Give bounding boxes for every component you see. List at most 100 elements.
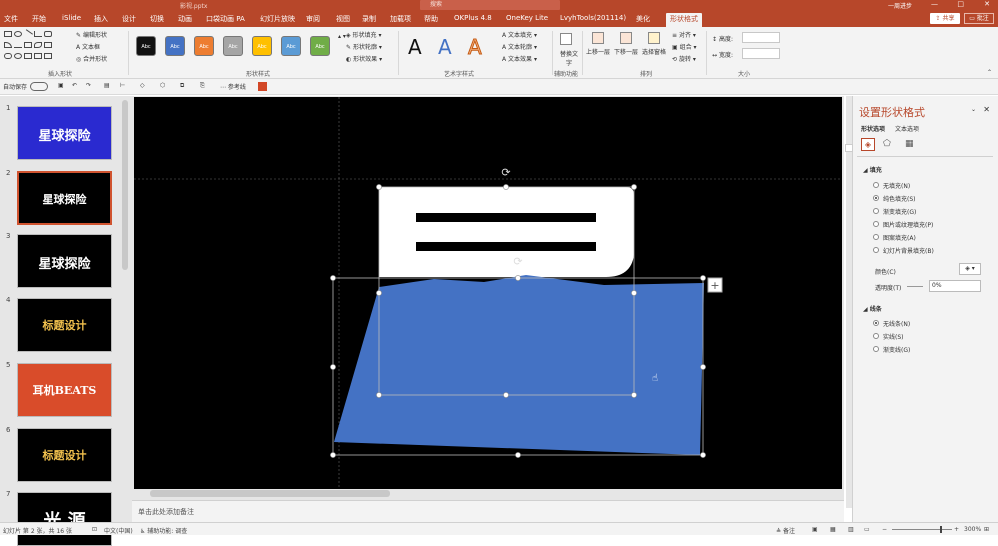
slide-canvas[interactable]: ⟳ ⟳ + ☝ xyxy=(134,97,842,489)
width-input[interactable] xyxy=(742,48,780,59)
undo-icon[interactable]: ↶ xyxy=(72,82,77,89)
zoom-thumb[interactable] xyxy=(940,526,942,533)
reading-view-icon[interactable]: ▥ xyxy=(848,526,854,533)
minimize-icon[interactable]: — xyxy=(931,0,938,8)
save-icon[interactable]: ▣ xyxy=(58,82,64,89)
fill-radio-3[interactable] xyxy=(873,221,879,227)
fill-option-4[interactable]: 图案填充(A) xyxy=(883,233,916,242)
text-fill-button[interactable]: A 文本填充 ▾ xyxy=(502,30,537,39)
tab-17[interactable]: 美化 xyxy=(636,14,650,24)
fill-option-3[interactable]: 图片或纹理填充(P) xyxy=(883,220,933,229)
wordart-style-2[interactable]: A xyxy=(438,35,452,59)
addin-icon[interactable] xyxy=(258,82,267,91)
rotate-button[interactable]: ⟲ 旋转 ▾ xyxy=(672,54,696,63)
shape-effects-button[interactable]: ◐ 形状效果 ▾ xyxy=(346,54,382,63)
tab-4[interactable]: 设计 xyxy=(122,14,136,24)
line-option-2[interactable]: 渐变线(G) xyxy=(883,345,910,354)
shapes-gallery[interactable] xyxy=(4,29,66,61)
line-radio-0[interactable] xyxy=(873,320,879,326)
slide-thumb-6[interactable]: 标题设计 xyxy=(17,428,112,482)
styles-more-icon[interactable]: ▴ ▾ xyxy=(338,33,346,40)
present-icon[interactable]: ▤ xyxy=(104,82,110,89)
fill-section-header[interactable]: ◢ 填充 xyxy=(863,165,882,174)
rect-shape-icon[interactable] xyxy=(4,31,12,37)
merge-shapes-button[interactable]: ◎ 合并形状 xyxy=(76,54,107,63)
shape-qat-icon[interactable]: ◇ xyxy=(140,82,145,89)
notes-toggle[interactable]: ≜ 备注 xyxy=(776,526,795,535)
pane-splitter[interactable] xyxy=(845,144,853,152)
send-backward-label[interactable]: 下移一层 xyxy=(614,47,638,56)
wordart-style-3[interactable]: A xyxy=(468,35,483,60)
send-backward-icon[interactable] xyxy=(620,32,632,44)
tab-10[interactable]: 视图 xyxy=(336,14,350,24)
slide-thumb-5[interactable]: 耳机BEATS xyxy=(17,363,112,417)
edit-shape-button[interactable]: ✎ 编辑形状 xyxy=(76,30,107,39)
pane-close-icon[interactable]: ✕ xyxy=(983,105,990,114)
tab-9[interactable]: 审阅 xyxy=(306,14,320,24)
oval-shape-icon[interactable] xyxy=(14,31,22,37)
slide-thumb-2[interactable]: 星球探险 xyxy=(17,171,112,225)
share-button[interactable]: ⇪ 共享 xyxy=(930,13,960,24)
user-name[interactable]: 一周进步 xyxy=(888,1,912,10)
text-outline-button[interactable]: A 文本轮廓 ▾ xyxy=(502,42,537,51)
transparency-slider[interactable] xyxy=(907,286,923,287)
flow-shape-icon[interactable] xyxy=(4,53,12,59)
line-shape-icon[interactable] xyxy=(23,29,33,39)
fill-option-2[interactable]: 渐变填充(G) xyxy=(883,207,916,216)
color-picker-button[interactable]: ◈ ▾ xyxy=(959,263,981,275)
tab-15[interactable]: OneKey Lite xyxy=(506,14,548,22)
bar-top[interactable] xyxy=(416,213,596,222)
tab-16[interactable]: LvyhTools(201114) xyxy=(560,14,626,22)
callout-shape-icon[interactable] xyxy=(34,42,42,48)
fill-option-0[interactable]: 无填充(N) xyxy=(883,181,910,190)
slide-thumb-1[interactable]: 星球探险 xyxy=(17,106,112,160)
transparency-input[interactable]: 0% xyxy=(929,280,981,292)
fill-radio-0[interactable] xyxy=(873,182,879,188)
slide-thumb-4[interactable]: 标题设计 xyxy=(17,298,112,352)
maximize-icon[interactable]: □ xyxy=(957,0,964,8)
elbow-shape-icon[interactable] xyxy=(34,31,42,37)
zoom-out-icon[interactable]: − xyxy=(882,526,887,533)
tab-1[interactable]: 开始 xyxy=(32,14,46,24)
normal-view-icon[interactable]: ▣ xyxy=(812,526,818,533)
language-status[interactable]: 中文(中国) xyxy=(104,526,133,535)
zoom-level[interactable]: 300% xyxy=(964,526,981,533)
group-qat-icon[interactable]: ⧉ xyxy=(180,82,184,90)
rounded-rect-icon[interactable] xyxy=(44,31,52,37)
rotate-handle-icon[interactable]: ⟳ xyxy=(501,166,510,179)
fill-radio-5[interactable] xyxy=(873,247,879,253)
horizontal-scrollbar[interactable] xyxy=(150,490,390,497)
rotate-handle-icon-2[interactable]: ⟳ xyxy=(513,255,522,268)
tab-14[interactable]: OKPlus 4.8 xyxy=(454,14,492,22)
tab-8[interactable]: 幻灯片放映 xyxy=(260,14,295,24)
selection-pane-label[interactable]: 选择窗格 xyxy=(642,47,666,56)
slide-thumb-3[interactable]: 星球探险 xyxy=(17,234,112,288)
tab-6[interactable]: 动画 xyxy=(178,14,192,24)
fill-radio-4[interactable] xyxy=(873,234,879,240)
fill-option-5[interactable]: 幻灯片背景填充(B) xyxy=(883,246,934,255)
white-card-shape[interactable] xyxy=(379,187,634,277)
group-button[interactable]: ▣ 组合 ▾ xyxy=(672,42,697,51)
thumbnail-scrollbar[interactable] xyxy=(122,100,128,270)
fill-radio-1[interactable] xyxy=(873,195,879,201)
selection-pane-icon[interactable] xyxy=(648,32,660,44)
triangle-shape-icon[interactable] xyxy=(4,42,12,48)
style-swatch-5[interactable]: Abc xyxy=(281,36,301,56)
ref-line-button[interactable]: ⋯ 参考线 xyxy=(220,82,246,91)
blue-polygon-shape[interactable] xyxy=(334,275,704,455)
bring-forward-icon[interactable] xyxy=(592,32,604,44)
sorter-view-icon[interactable]: ▦ xyxy=(830,526,836,533)
comment-button[interactable]: ▭ 批注 xyxy=(964,13,994,24)
text-effects-button[interactable]: A 文本效果 ▾ xyxy=(502,54,537,63)
search-box[interactable]: 搜索 xyxy=(420,0,560,10)
style-swatch-6[interactable]: Abc xyxy=(310,36,330,56)
style-swatch-4[interactable]: Abc xyxy=(252,36,272,56)
bring-forward-label[interactable]: 上移一层 xyxy=(586,47,610,56)
effects-tab-icon[interactable]: ⬠ xyxy=(883,139,891,149)
line-option-0[interactable]: 无线条(N) xyxy=(883,319,910,328)
style-swatch-3[interactable]: Abc xyxy=(223,36,243,56)
fit-slide-icon[interactable]: ⊞ xyxy=(984,526,989,533)
fill-line-tab-icon[interactable]: ◈ xyxy=(861,138,875,151)
tab-3[interactable]: 插入 xyxy=(94,14,108,24)
copy-qat-icon[interactable]: ⎘ xyxy=(200,82,205,90)
